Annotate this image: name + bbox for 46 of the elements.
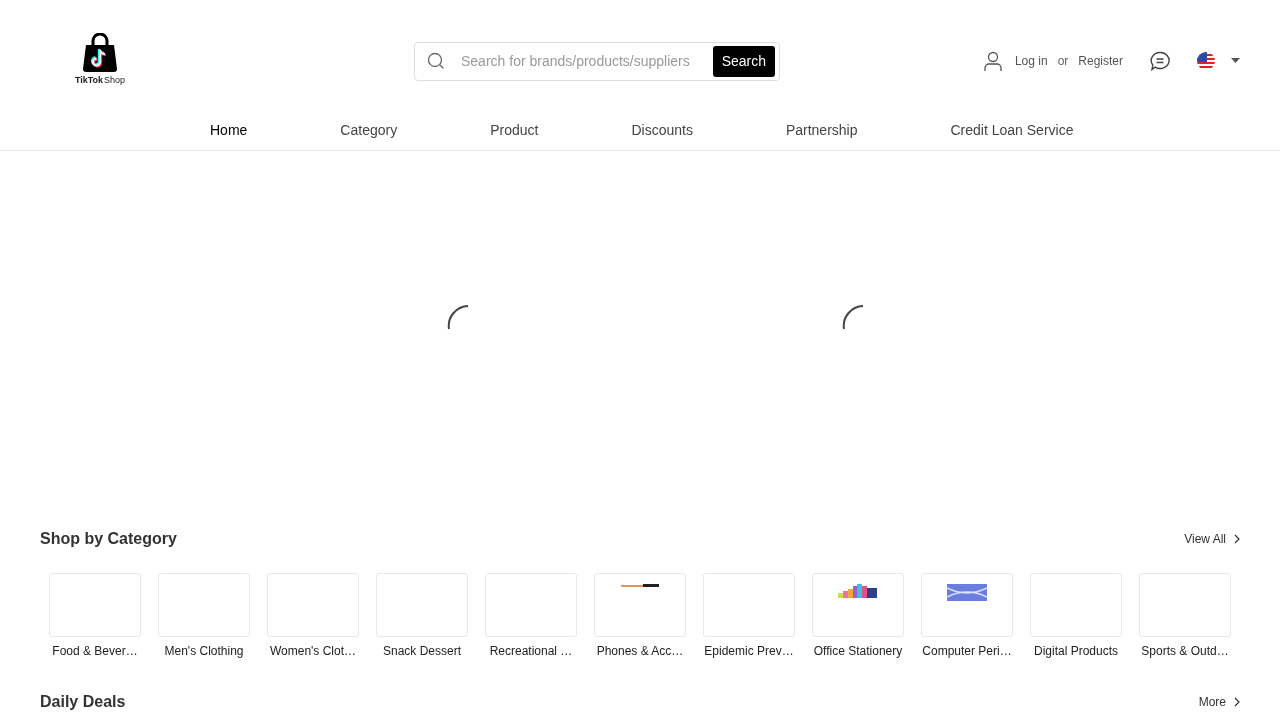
logo-brand-text: TikTok <box>74 75 104 85</box>
nav-tab[interactable]: Credit Loan Service <box>950 122 1074 138</box>
chat-icon[interactable] <box>1149 51 1171 71</box>
search-field[interactable]: Search for brands/products/suppliers Search <box>414 41 780 81</box>
nav-tab[interactable]: Category <box>340 122 398 138</box>
category-tile[interactable] <box>921 573 1013 637</box>
monitor-icon <box>947 584 987 601</box>
category-label[interactable]: Snack Dessert <box>383 644 461 658</box>
category-label[interactable]: Recreational … <box>489 644 573 658</box>
shopping-bag-icon <box>80 33 120 73</box>
search-button[interactable]: Search <box>712 45 775 77</box>
category-tile[interactable] <box>812 573 904 637</box>
nav-tab[interactable]: Product <box>490 122 539 138</box>
category-label[interactable]: Women's Clot… <box>269 644 357 658</box>
search-icon <box>427 52 445 70</box>
category-label[interactable]: Men's Clothing <box>164 644 244 658</box>
loading-spinner-icon <box>841 304 864 330</box>
flag-icon <box>1197 52 1215 70</box>
nav-tab[interactable]: Home <box>210 122 248 138</box>
language-selector[interactable] <box>1197 52 1240 70</box>
category-tile[interactable] <box>594 573 686 637</box>
login-link[interactable]: Log in <box>1014 54 1048 68</box>
logo[interactable]: TikTokShop <box>71 33 129 85</box>
caret-icon <box>1231 58 1240 64</box>
register-link[interactable]: Register <box>1078 54 1123 68</box>
category-label[interactable]: Digital Products <box>1033 644 1118 658</box>
cable-icon <box>621 584 659 588</box>
nav-tab[interactable]: Partnership <box>785 122 858 138</box>
category-label[interactable]: Computer Peri… <box>922 644 1012 658</box>
category-label[interactable]: Epidemic Prev… <box>704 644 794 658</box>
user-icon[interactable] <box>982 51 1003 71</box>
category-label[interactable]: Phones & Acc… <box>596 644 684 658</box>
more-link[interactable]: More <box>1198 695 1240 709</box>
loading-spinner-icon <box>446 304 469 330</box>
or-text: or <box>1057 54 1069 68</box>
view-all-link[interactable]: View All <box>1184 532 1240 546</box>
chevron-right-icon <box>1234 697 1240 707</box>
category-label[interactable]: Food & Bever… <box>52 644 138 658</box>
section-title: Shop by Category <box>40 530 177 548</box>
category-label[interactable]: Sports & Outd… <box>1141 644 1229 658</box>
books-icon <box>838 584 878 598</box>
chevron-right-icon <box>1234 534 1240 544</box>
logo-suffix-text: Shop <box>104 75 126 85</box>
section-title: Daily Deals <box>40 693 126 711</box>
nav-tab[interactable]: Discounts <box>631 122 693 138</box>
category-label[interactable]: Office Stationery <box>813 644 903 658</box>
